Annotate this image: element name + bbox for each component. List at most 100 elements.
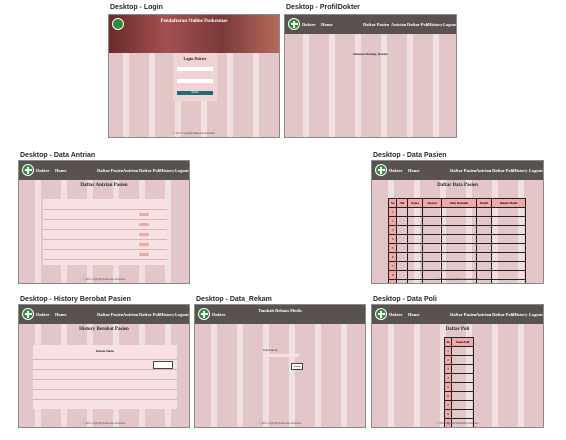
table-cell — [475, 207, 493, 217]
nav-logout[interactable]: Logout — [529, 168, 543, 173]
column-header: Jenis Kelamin — [441, 198, 477, 208]
password-input[interactable] — [177, 79, 213, 83]
row-number: 5 — [387, 243, 398, 253]
table-row: 7 — [387, 261, 526, 271]
table-cell — [441, 225, 477, 235]
nav-logout[interactable]: Logout — [175, 168, 189, 173]
page-title: Tambah Rekam Medis — [258, 308, 302, 313]
nav-home[interactable]: Home — [55, 168, 67, 173]
field-label: Rekam Medis — [263, 349, 278, 352]
simpan-button[interactable]: Simpan — [291, 363, 303, 370]
table-cell — [396, 252, 408, 262]
table-cell — [396, 234, 408, 244]
row-number: 1 — [443, 346, 453, 356]
table-cell — [441, 252, 477, 262]
nav-daftar-poli[interactable]: Daftar Poli — [139, 312, 160, 317]
nav-history[interactable]: History — [160, 168, 175, 173]
username-input[interactable] — [177, 67, 213, 71]
nav-daftar-pasien[interactable]: Daftar Pasien — [450, 168, 476, 173]
nav-daftar-pasien[interactable]: Daftar Pasien — [97, 168, 123, 173]
nav-home[interactable]: Home — [55, 312, 67, 317]
logo-icon — [375, 308, 387, 320]
table-row: 1 — [387, 207, 526, 217]
nav-history[interactable]: History — [513, 168, 528, 173]
frame-rekam: Dokter Tambah Rekam Medis Rekam Medis Si… — [194, 304, 366, 428]
nav-daftar-pasien[interactable]: Daftar Pasien — [97, 312, 123, 317]
login-card: Login Dokter Masuk — [173, 53, 217, 101]
table-cell — [491, 252, 526, 262]
row-number: 6 — [443, 391, 453, 401]
action-button[interactable] — [139, 253, 149, 256]
navbar: Dokter Home Daftar Pasien Antrian Daftar… — [19, 161, 189, 180]
column-header: Alamat — [422, 198, 443, 208]
queue-table — [43, 199, 167, 265]
nav-antrian[interactable]: Antrian — [476, 168, 491, 173]
nav-antrian[interactable]: Antrian — [123, 168, 138, 173]
logo-icon — [375, 164, 387, 176]
nav-daftar-poli[interactable]: Daftar Poli — [407, 22, 428, 27]
frame-antrian: Dokter Home Daftar Pasien Antrian Daftar… — [18, 160, 190, 284]
footer-text: © 2021 Copyright Puskesmas Indonesia — [259, 422, 301, 425]
nav-antrian[interactable]: Antrian — [123, 312, 138, 317]
row-number: 3 — [387, 225, 398, 235]
nav-history[interactable]: History — [428, 22, 443, 27]
nav-home[interactable]: Home — [321, 22, 333, 27]
nav-history[interactable]: History — [513, 312, 528, 317]
action-button[interactable] — [139, 243, 149, 246]
nav-brand: Dokter — [36, 312, 50, 317]
frame-pasien: Dokter Home Daftar Pasien Antrian Daftar… — [371, 160, 544, 284]
nav-home[interactable]: Home — [408, 312, 420, 317]
table-cell — [451, 391, 474, 401]
table-cell — [491, 243, 526, 253]
table-row: 2 — [443, 355, 474, 365]
nav-daftar-pasien[interactable]: Daftar Pasien — [363, 22, 389, 27]
table-cell — [406, 225, 424, 235]
nav-daftar-poli[interactable]: Daftar Poli — [492, 168, 513, 173]
nav-logout[interactable]: Logout — [529, 312, 543, 317]
section-subtitle: Rekam Medis — [96, 349, 114, 353]
row-number: 7 — [387, 261, 398, 271]
frame-history: Dokter Home Daftar Pasien Antrian Daftar… — [18, 304, 190, 428]
table-cell — [451, 355, 474, 365]
row-number: 8 — [443, 409, 453, 419]
table-cell — [406, 252, 424, 262]
nav-history[interactable]: History — [160, 312, 175, 317]
nav-daftar-poli[interactable]: Daftar Poli — [139, 168, 160, 173]
login-button[interactable]: Masuk — [177, 91, 213, 95]
row-number: 7 — [443, 400, 453, 410]
nav-daftar-poli[interactable]: Daftar Poli — [492, 312, 513, 317]
table-cell — [396, 225, 408, 235]
table-cell — [422, 261, 443, 271]
nav-antrian[interactable]: Antrian — [391, 22, 406, 27]
nav-home[interactable]: Home — [408, 168, 420, 173]
table-row: 1 — [443, 346, 474, 356]
frame-label-antrian: Desktop - Data Antrian — [20, 152, 96, 159]
table-cell — [422, 207, 443, 217]
nav-logout[interactable]: Logout — [443, 22, 456, 27]
page-title: Daftar Poli — [445, 327, 470, 332]
navbar: Dokter Home Daftar Pasien Antrian Daftar… — [19, 305, 189, 324]
table-cell — [475, 234, 493, 244]
column-header: Nama — [406, 198, 424, 208]
nav-logout[interactable]: Logout — [175, 312, 189, 317]
rekam-medis-input[interactable] — [263, 354, 299, 357]
table-cell — [491, 207, 526, 217]
table-cell — [451, 409, 474, 419]
action-button[interactable] — [139, 223, 149, 226]
table-cell — [491, 225, 526, 235]
logo-icon — [22, 164, 34, 176]
column-header: Rekam Medis — [491, 198, 526, 208]
table-row: 10 — [445, 428, 474, 429]
table-row: 2 — [387, 216, 526, 226]
row-number: 4 — [443, 373, 453, 383]
action-button[interactable] — [139, 213, 149, 216]
action-button[interactable] — [139, 233, 149, 236]
table-cell — [452, 428, 474, 429]
table-row: 4 — [443, 373, 474, 383]
frame-label-history: Desktop - History Berobat Pasien — [20, 296, 131, 303]
nav-daftar-pasien[interactable]: Daftar Pasien — [450, 312, 476, 317]
footer-text: © 2021 Copyright Puskesmas Indonesia — [173, 132, 215, 135]
nav-antrian[interactable]: Antrian — [476, 312, 491, 317]
detail-button[interactable] — [153, 361, 173, 369]
row-number: 2 — [387, 216, 398, 226]
